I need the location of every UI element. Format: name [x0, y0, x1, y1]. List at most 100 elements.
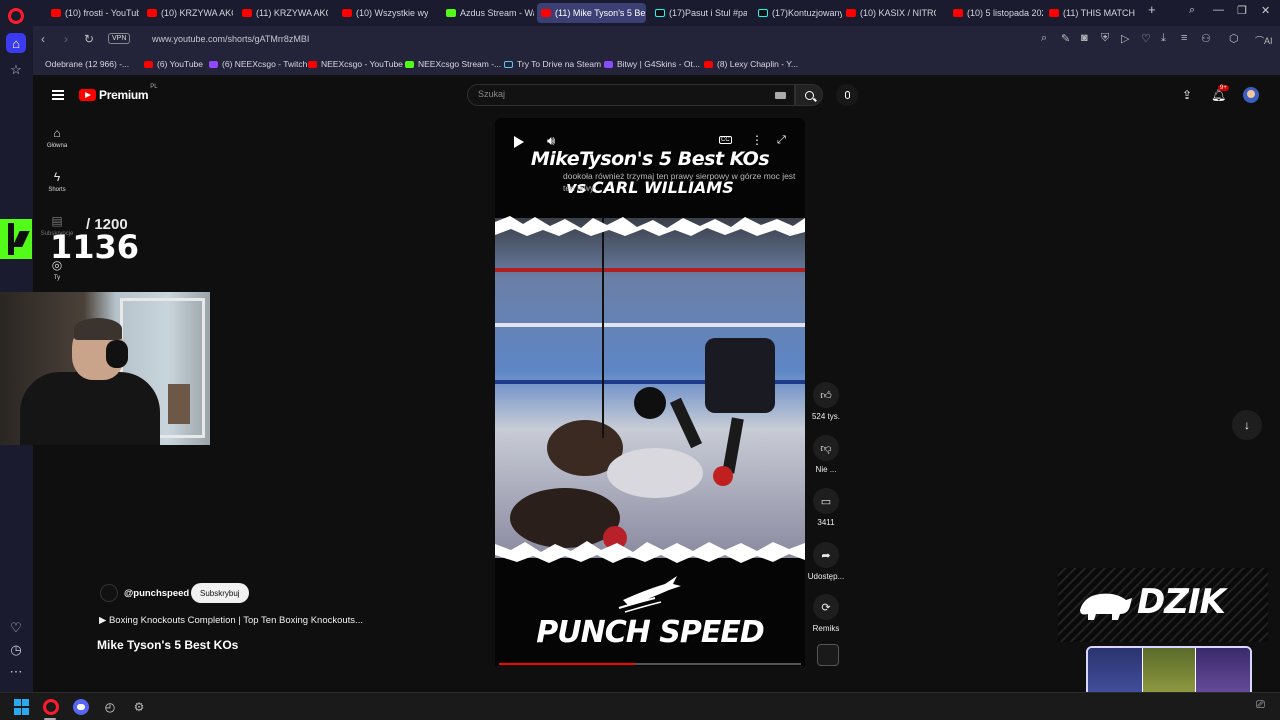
- tab[interactable]: (10) KRZYWA AKCJA: [143, 3, 233, 23]
- play-icon[interactable]: [514, 136, 524, 148]
- youtube-icon: [242, 9, 252, 17]
- edit-icon[interactable]: ✎: [1061, 32, 1070, 45]
- video-overlay-title: MikeTyson's 5 Best KOs: [530, 148, 770, 170]
- next-short-button[interactable]: ↓: [1232, 410, 1262, 440]
- close-window-icon[interactable]: ✕: [1261, 4, 1270, 17]
- bookmark-item[interactable]: Odebrane (12 966) -...: [45, 59, 129, 69]
- tab[interactable]: Azdus Stream - Watc: [442, 3, 534, 23]
- channel-name[interactable]: @punchspeed: [124, 588, 189, 599]
- subscribe-button[interactable]: Subskrybuj: [191, 583, 249, 603]
- heart-icon[interactable]: ♡: [1141, 32, 1151, 45]
- video-caption: dookoła również trzymaj ten prawy sierpo…: [563, 171, 796, 193]
- sidebar-item-home[interactable]: ⌂ Główna: [33, 126, 81, 149]
- search-box: [467, 84, 795, 106]
- discord-icon[interactable]: [73, 699, 89, 715]
- tab[interactable]: (10) KASIX / NITRO H: [842, 3, 936, 23]
- sub-goal-count: 1136: [50, 228, 140, 266]
- search-icon[interactable]: ⌕: [1041, 32, 1047, 45]
- youtube-icon: [704, 60, 713, 68]
- arrow-down-icon: ↓: [1244, 418, 1250, 432]
- reload-icon[interactable]: ↻: [84, 32, 94, 46]
- tab[interactable]: (10) Wszystkie wywia: [338, 3, 428, 23]
- video-progress-bar[interactable]: [499, 663, 801, 665]
- vpn-badge[interactable]: VPN: [108, 33, 131, 44]
- sound-thumbnail[interactable]: [817, 644, 839, 666]
- pinboard-icon[interactable]: ☆: [6, 60, 26, 80]
- home-icon[interactable]: ⌂: [6, 33, 26, 53]
- menu-icon[interactable]: ≡: [1181, 32, 1187, 44]
- ai-icon: ⌒: [1255, 36, 1265, 46]
- search-input[interactable]: [478, 89, 758, 99]
- play-icon[interactable]: ▷: [1121, 32, 1129, 45]
- tab[interactable]: (10) 5 listopada 2025: [949, 3, 1043, 23]
- dislike-button[interactable]: 👎︎ Nie ...: [805, 435, 847, 474]
- tab-active[interactable]: (11) Mike Tyson's 5 Best K: [537, 3, 646, 23]
- shield-icon[interactable]: ⛨: [1101, 32, 1109, 45]
- address-bar: ‹ › ↻ VPN www.youtube.com/shorts/gATMrr8…: [33, 26, 1280, 54]
- headphones-icon: [106, 340, 128, 368]
- comments-button[interactable]: ▭ 3411: [805, 488, 847, 527]
- tab[interactable]: (10) frosti - YouTube: [47, 3, 139, 23]
- heart-icon[interactable]: ♡: [6, 618, 26, 638]
- tab[interactable]: (17)Pasut i Stul #pas: [651, 3, 747, 23]
- bookmark-item[interactable]: (6) YouTube: [144, 59, 203, 69]
- forward-icon[interactable]: ›: [64, 32, 68, 46]
- tab[interactable]: (17)Kontuzjowany NI: [754, 3, 842, 23]
- opera-logo-icon[interactable]: [8, 8, 24, 24]
- microphone-icon: [844, 91, 850, 99]
- extension-icon[interactable]: ⬡: [1229, 32, 1239, 45]
- bookmark-item[interactable]: (8) Lexy Chaplin - Y...: [704, 59, 798, 69]
- back-icon[interactable]: ‹: [41, 32, 45, 46]
- play-icon: ▶: [99, 615, 107, 626]
- steam-icon: [504, 60, 513, 68]
- windows-pane: [13, 699, 21, 707]
- tab[interactable]: (11) KRZYWA AKCJA: [238, 3, 328, 23]
- avatar[interactable]: [1243, 87, 1259, 103]
- clock-app-icon[interactable]: ◴: [102, 699, 118, 715]
- download-icon[interactable]: ⤓: [1161, 32, 1166, 45]
- maximize-icon[interactable]: ❐: [1237, 4, 1247, 17]
- settings-icon[interactable]: ⚙: [131, 699, 147, 715]
- hamburger-menu-icon[interactable]: [52, 90, 64, 100]
- search-tabs-icon[interactable]: ⌕: [1189, 4, 1195, 17]
- volume-icon[interactable]: 🔊︎: [547, 133, 555, 149]
- camera-icon[interactable]: ◙: [1081, 32, 1088, 44]
- bookmark-item[interactable]: (6) NEEXcsgo - Twitch: [209, 59, 307, 69]
- sidebar-item-shorts[interactable]: ϟ Shorts: [33, 170, 81, 193]
- captions-button[interactable]: CC: [719, 136, 732, 144]
- create-icon[interactable]: ⇪: [1182, 88, 1192, 102]
- minimize-icon[interactable]: —: [1213, 4, 1224, 16]
- channel-avatar[interactable]: [100, 584, 118, 602]
- voice-search-button[interactable]: [836, 84, 858, 106]
- new-tab-button[interactable]: +: [1148, 2, 1156, 17]
- history-icon[interactable]: ◷: [6, 640, 26, 660]
- bookmark-item[interactable]: NEEXcsgo - YouTube: [308, 59, 403, 69]
- system-tray-icon[interactable]: ⎚: [1256, 699, 1265, 712]
- url-field[interactable]: www.youtube.com/shorts/gATMrr8zMBI: [152, 34, 309, 44]
- remix-button[interactable]: ⟳ Remiks: [805, 594, 847, 633]
- profile-icon[interactable]: ⚇: [1201, 32, 1211, 45]
- bookmark-item[interactable]: NEEXcsgo Stream -...: [405, 59, 501, 69]
- torn-edge-top: [495, 216, 805, 236]
- boar-icon: [1080, 593, 1132, 620]
- opera-taskbar-icon[interactable]: [43, 699, 59, 715]
- more-options-icon[interactable]: ⋮: [751, 133, 763, 147]
- fullscreen-icon[interactable]: ⤢: [777, 134, 786, 147]
- playlist-link[interactable]: ▶ Boxing Knockouts Completion | Top Ten …: [99, 615, 363, 626]
- youtube-logo[interactable]: Premium PL: [79, 84, 158, 102]
- share-button[interactable]: ➦ Udostęp...: [805, 542, 847, 581]
- video-frame: [495, 218, 805, 558]
- bookmark-item[interactable]: Bitwy | G4Skins - Ot...: [604, 59, 700, 69]
- video-progress-fill: [499, 663, 635, 665]
- ai-button[interactable]: ⌒AI: [1255, 34, 1273, 47]
- youtube-icon: [147, 9, 157, 17]
- shorts-video-player[interactable]: MikeTyson's 5 Best KOs vs CARL WILLIAMS …: [495, 118, 805, 666]
- like-button[interactable]: 👍︎ 524 tys.: [805, 382, 847, 421]
- bookmark-item[interactable]: Try To Drive na Steam: [504, 59, 601, 69]
- more-icon[interactable]: ⋯: [6, 662, 26, 682]
- punch-speed-brand: PUNCH SPEED: [536, 615, 765, 650]
- windows-start-icon[interactable]: [13, 699, 29, 715]
- keyboard-icon[interactable]: [775, 92, 786, 99]
- search-button[interactable]: [795, 84, 823, 106]
- tab[interactable]: (11) THIS MATCH FE: [1045, 3, 1137, 23]
